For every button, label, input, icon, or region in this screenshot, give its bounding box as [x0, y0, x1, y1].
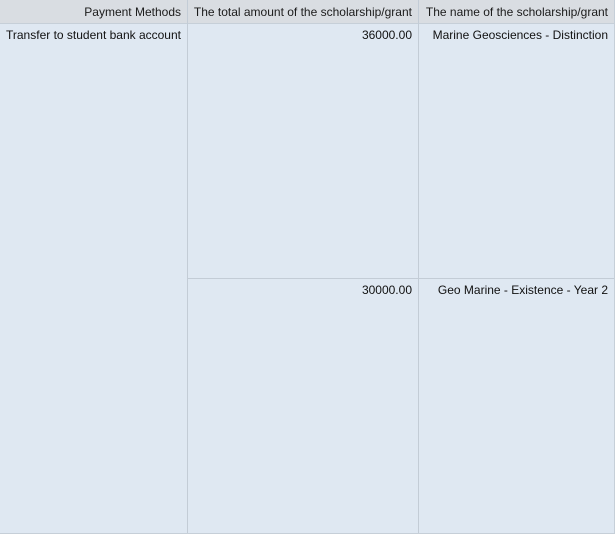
column-header-payment-methods[interactable]: Payment Methods — [0, 0, 187, 24]
column-header-total-amount[interactable]: The total amount of the scholarship/gran… — [188, 0, 418, 24]
amount-cell: 30000.00 — [361, 283, 412, 297]
column-divider — [418, 0, 419, 533]
column-header-scholarship-name[interactable]: The name of the scholarship/grant — [419, 0, 614, 24]
payment-method-cell: Transfer to student bank account — [6, 28, 181, 42]
column-divider — [187, 0, 188, 533]
amount-cell: 36000.00 — [361, 28, 412, 42]
scholarship-table: Payment Methods The total amount of the … — [0, 0, 615, 534]
scholarship-name-cell: Marine Geosciences - Distinction — [432, 28, 608, 42]
table-header: Payment Methods The total amount of the … — [0, 0, 614, 24]
scholarship-name-cell: Geo Marine - Existence - Year 2 — [437, 283, 608, 297]
